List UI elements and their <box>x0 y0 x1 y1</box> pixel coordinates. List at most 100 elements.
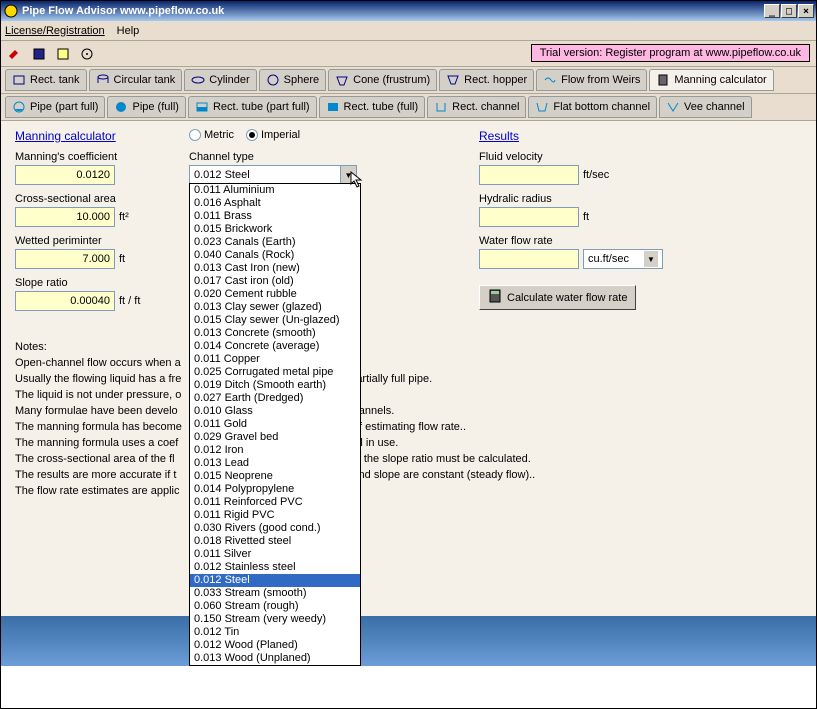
dropdown-option[interactable]: 0.011 Aluminium <box>190 184 360 197</box>
flow-output <box>479 249 579 269</box>
menu-license[interactable]: License/Registration <box>5 25 105 37</box>
close-button[interactable]: × <box>798 4 814 18</box>
dropdown-option[interactable]: 0.013 Clay sewer (glazed) <box>190 301 360 314</box>
velocity-output <box>479 165 579 185</box>
radio-metric[interactable]: Metric <box>189 129 234 141</box>
radius-label: Hydralic radius <box>479 193 699 205</box>
dropdown-option[interactable]: 0.014 Polypropylene <box>190 483 360 496</box>
velocity-unit: ft/sec <box>583 169 609 181</box>
area-input[interactable] <box>15 207 115 227</box>
channel-dropdown-list[interactable]: 0.011 Aluminium0.016 Asphalt0.011 Brass0… <box>189 183 361 666</box>
menubar: License/Registration Help <box>1 21 816 41</box>
dropdown-option[interactable]: 0.018 Rivetted steel <box>190 535 360 548</box>
pipe-part-icon <box>12 100 26 114</box>
channel-type-label: Channel type <box>189 151 389 163</box>
coef-input[interactable] <box>15 165 115 185</box>
tab-rect-tank[interactable]: Rect. tank <box>5 69 87 91</box>
tool-key-icon[interactable] <box>5 44 25 64</box>
dropdown-option[interactable]: 0.013 Concrete (smooth) <box>190 327 360 340</box>
dropdown-option[interactable]: 0.033 Stream (smooth) <box>190 587 360 600</box>
dropdown-option[interactable]: 0.150 Stream (very weedy) <box>190 613 360 626</box>
dropdown-option[interactable]: 0.017 Cast iron (old) <box>190 275 360 288</box>
dropdown-option[interactable]: 0.016 Asphalt <box>190 197 360 210</box>
dropdown-option[interactable]: 0.013 Lead <box>190 457 360 470</box>
dropdown-option[interactable]: 0.040 Canals (Rock) <box>190 249 360 262</box>
tab-circular-tank[interactable]: Circular tank <box>89 69 183 91</box>
channel-type-combo[interactable]: 0.012 Steel ▼ <box>189 165 357 185</box>
tab-flow-weirs[interactable]: Flow from Weirs <box>536 69 647 91</box>
tab-flat-bottom-channel[interactable]: Flat bottom channel <box>528 96 657 118</box>
dropdown-option[interactable]: 0.013 Wood (Unplaned) <box>190 652 360 665</box>
dropdown-option[interactable]: 0.012 Iron <box>190 444 360 457</box>
dropdown-option[interactable]: 0.012 Steel <box>190 574 360 587</box>
minimize-button[interactable]: _ <box>764 4 780 18</box>
tab-pipe-full[interactable]: Pipe (full) <box>107 96 185 118</box>
slope-label: Slope ratio <box>15 277 175 289</box>
vee-channel-icon <box>666 100 680 114</box>
tab-rect-hopper[interactable]: Rect. hopper <box>439 69 534 91</box>
wetted-unit: ft <box>119 253 125 265</box>
dropdown-option[interactable]: 0.015 Brickwork <box>190 223 360 236</box>
radio-dot-icon <box>189 129 201 141</box>
wetted-input[interactable] <box>15 249 115 269</box>
toolbar: Trial version: Register program at www.p… <box>1 41 816 67</box>
dropdown-option[interactable]: 0.030 Rivers (good cond.) <box>190 522 360 535</box>
dropdown-option[interactable]: 0.015 Neoprene <box>190 470 360 483</box>
calculator-icon <box>656 73 670 87</box>
dropdown-option[interactable]: 0.012 Stainless steel <box>190 561 360 574</box>
rect-channel-icon <box>434 100 448 114</box>
dropdown-option[interactable]: 0.011 Reinforced PVC <box>190 496 360 509</box>
dropdown-option[interactable]: 0.025 Corrugated metal pipe <box>190 366 360 379</box>
maximize-button[interactable]: □ <box>781 4 797 18</box>
dropdown-option[interactable]: 0.011 Silver <box>190 548 360 561</box>
dropdown-option[interactable]: 0.011 Copper <box>190 353 360 366</box>
dropdown-option[interactable]: 0.019 Ditch (Smooth earth) <box>190 379 360 392</box>
tab-pipe-part-full[interactable]: Pipe (part full) <box>5 96 105 118</box>
flow-unit-select[interactable]: cu.ft/sec ▼ <box>583 249 663 269</box>
dropdown-option[interactable]: 0.013 Cast Iron (new) <box>190 262 360 275</box>
rect-tube-full-icon <box>326 100 340 114</box>
dropdown-option[interactable]: 0.014 Concrete (average) <box>190 340 360 353</box>
chevron-down-icon: ▼ <box>644 251 658 267</box>
dropdown-option[interactable]: 0.060 Stream (rough) <box>190 600 360 613</box>
dropdown-option[interactable]: 0.029 Gravel bed <box>190 431 360 444</box>
bottom-bar <box>1 616 816 666</box>
rect-tube-part-icon <box>195 100 209 114</box>
tab-vee-channel[interactable]: Vee channel <box>659 96 752 118</box>
chevron-down-icon: ▼ <box>340 166 356 184</box>
dropdown-option[interactable]: 0.023 Canals (Earth) <box>190 236 360 249</box>
dropdown-option[interactable]: 0.011 Rigid PVC <box>190 509 360 522</box>
dropdown-option[interactable]: 0.020 Cement rubble <box>190 288 360 301</box>
dropdown-option[interactable]: 0.011 Gold <box>190 418 360 431</box>
tab-row-1: Rect. tank Circular tank Cylinder Sphere… <box>1 67 816 94</box>
cylinder-icon <box>191 73 205 87</box>
tab-cone[interactable]: Cone (frustrum) <box>328 69 437 91</box>
tool-book-icon[interactable] <box>29 44 49 64</box>
dropdown-option[interactable]: 0.015 Clay sewer (Un-glazed) <box>190 314 360 327</box>
tab-manning-calculator[interactable]: Manning calculator <box>649 69 773 91</box>
dropdown-option[interactable]: 0.011 Brass <box>190 210 360 223</box>
tool-target-icon[interactable] <box>77 44 97 64</box>
rect-tank-icon <box>12 73 26 87</box>
tab-sphere[interactable]: Sphere <box>259 69 326 91</box>
combo-value: 0.012 Steel <box>190 169 340 181</box>
sphere-icon <box>266 73 280 87</box>
pipe-full-icon <box>114 100 128 114</box>
dropdown-option[interactable]: 0.027 Earth (Dredged) <box>190 392 360 405</box>
tab-cylinder[interactable]: Cylinder <box>184 69 256 91</box>
dropdown-option[interactable]: 0.010 Glass <box>190 405 360 418</box>
tab-rect-tube-full[interactable]: Rect. tube (full) <box>319 96 426 118</box>
tab-rect-tube-part[interactable]: Rect. tube (part full) <box>188 96 317 118</box>
titlebar: Pipe Flow Advisor www.pipeflow.co.uk _ □… <box>1 1 816 21</box>
menu-help[interactable]: Help <box>117 25 140 37</box>
dropdown-option[interactable]: 0.012 Wood (Planed) <box>190 639 360 652</box>
calculator-icon <box>488 289 502 306</box>
radio-imperial[interactable]: Imperial <box>246 129 300 141</box>
tool-note-icon[interactable] <box>53 44 73 64</box>
tab-rect-channel[interactable]: Rect. channel <box>427 96 526 118</box>
manning-title: Manning calculator <box>15 129 175 143</box>
radius-unit: ft <box>583 211 589 223</box>
calculate-button[interactable]: Calculate water flow rate <box>479 285 636 310</box>
slope-input[interactable] <box>15 291 115 311</box>
dropdown-option[interactable]: 0.012 Tin <box>190 626 360 639</box>
